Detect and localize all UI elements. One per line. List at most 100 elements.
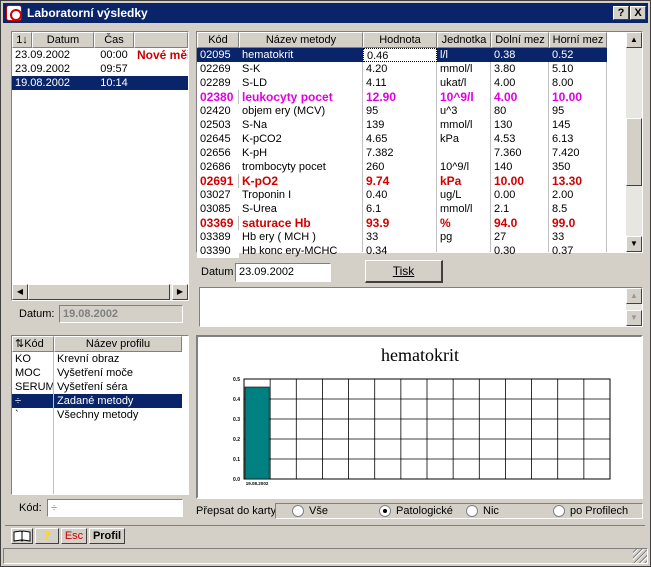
note-scroll-up-icon[interactable]: ▲: [626, 288, 642, 304]
radio-patologicke-label[interactable]: Patologické: [396, 505, 453, 517]
dates-header-note[interactable]: [134, 32, 188, 48]
result-code-cell: 02095: [200, 49, 231, 61]
result-unit-cell: l/l: [440, 49, 448, 61]
table-row[interactable]: 02380 leukocyty pocet 12.90 10^9/l 4.00 10.00: [197, 90, 607, 104]
list-item[interactable]: ÷ Zadané metody: [12, 394, 182, 408]
profil-button[interactable]: Profil: [89, 528, 125, 544]
list-item[interactable]: MOC Vyšetření moče: [12, 366, 182, 380]
note-area[interactable]: ▲ ▼: [199, 287, 643, 327]
help-button[interactable]: ?: [613, 6, 629, 20]
profile-name-cell: Krevní obraz: [57, 353, 120, 365]
esc-button[interactable]: Esc: [61, 528, 87, 544]
radio-nic-label[interactable]: Nic: [483, 505, 499, 517]
result-name-cell: S-LD: [242, 77, 268, 89]
table-row[interactable]: 02420 objem ery (MCV) 95 u^3 80 95: [197, 104, 607, 118]
result-code-cell: 02380: [200, 90, 234, 104]
table-row[interactable]: 03390 Hb konc ery-MCHC 0.34 0.30 0.37: [197, 244, 607, 258]
result-unit-cell: ug/L: [440, 189, 462, 201]
radio-vse-label[interactable]: Vše: [309, 505, 328, 517]
scroll-down-icon[interactable]: ▼: [626, 236, 642, 252]
print-button[interactable]: Tisk: [365, 260, 443, 283]
results-header-name[interactable]: Název metody: [239, 32, 363, 48]
main-window: Laboratorní výsledky ? X 1↓ Datum Čas 23…: [0, 0, 651, 567]
profile-code-cell: KO: [15, 353, 31, 365]
profiles-header-code-label: Kód: [24, 338, 44, 350]
results-header-high[interactable]: Horní mez: [549, 32, 607, 48]
result-high-cell: 13.30: [552, 174, 583, 188]
result-low-cell: 4.00: [494, 77, 516, 89]
result-high-cell: 5.10: [552, 63, 574, 75]
table-row[interactable]: 02645 K-pCO2 4.65 kPa 4.53 6.13: [197, 132, 607, 146]
results-header-unit[interactable]: Jednotka: [437, 32, 491, 48]
dates-list[interactable]: 1↓ Datum Čas 23.09.200200:00Nové měře23.…: [11, 31, 189, 301]
table-row[interactable]: 02686 trombocyty pocet 260 10^9/l 140 350: [197, 160, 607, 174]
result-name-cell: S-Na: [242, 119, 268, 131]
results-vscrollbar[interactable]: ▲ ▼: [626, 32, 642, 252]
scroll-right-icon[interactable]: ▶: [172, 284, 188, 300]
table-row[interactable]: 03389 Hb ery ( MCH ) 33 pg 27 33: [197, 230, 607, 244]
radio-po-profilech-label[interactable]: po Profilech: [570, 505, 628, 517]
table-row[interactable]: 02289 S-LD 4.11 ukat/l 4.00 8.00: [197, 76, 607, 90]
datum2-label: Datum: [201, 266, 234, 278]
kod-field[interactable]: ÷: [47, 499, 183, 517]
radio-patologicke[interactable]: [379, 505, 391, 517]
prepsat-label: Přepsat do karty: [196, 505, 277, 517]
chart-panel: hematokrit 0.0 0.1 0.2 0.3 0.4 0.5 19.08.2002: [196, 335, 643, 499]
result-name-cell: K-pCO2: [242, 133, 282, 145]
table-row[interactable]: 02095 hematokrit 0.46 l/l 0.38 0.52: [197, 48, 607, 62]
results-header-low[interactable]: Dolní mez: [491, 32, 549, 48]
profile-code-cell: SERUM: [15, 381, 54, 393]
dates-header-time[interactable]: Čas: [94, 32, 134, 48]
table-row[interactable]: 02656 K-pH 7.382 7.360 7.420: [197, 146, 607, 160]
table-row[interactable]: 02269 S-K 4.20 mmol/l 3.80 5.10: [197, 62, 607, 76]
dates-header-date[interactable]: Datum: [32, 32, 94, 48]
table-row[interactable]: 03369 saturace Hb 93.9% 94.0 99.0: [197, 216, 607, 230]
result-value-cell: 260: [366, 161, 385, 173]
dates-hscrollbar[interactable]: ◀ ▶: [12, 284, 188, 300]
result-name-cell: Troponin I: [242, 189, 292, 201]
note-scroll-down-icon[interactable]: ▼: [626, 310, 642, 326]
table-row[interactable]: 02691 K-pO2 9.74 kPa 10.00 13.30: [197, 174, 607, 188]
result-value-cell: 4.20: [366, 63, 388, 75]
profiles-list[interactable]: ⇅Kód Název profilu KO Krevní obraz MOC Vyše…: [11, 335, 189, 495]
result-name-cell: leukocyty pocet: [242, 90, 333, 104]
note-vscrollbar[interactable]: ▲ ▼: [626, 288, 642, 326]
dates-sort-icon[interactable]: 1↓: [12, 32, 32, 48]
table-row[interactable]: 19.08.2002 10:14: [12, 76, 188, 90]
table-row[interactable]: 23.09.2002 09:57: [12, 62, 188, 76]
scroll-up-icon[interactable]: ▲: [626, 32, 642, 48]
list-item[interactable]: ` Všechny metody: [12, 408, 182, 422]
size-grip-icon[interactable]: [633, 549, 647, 563]
results-table[interactable]: Kód Název metody Hodnota Jednotka Dolní …: [196, 31, 643, 258]
dates-hscroll-thumb[interactable]: [28, 284, 170, 300]
radio-nic[interactable]: [466, 505, 478, 517]
table-row[interactable]: 03085 S-Urea 6.1 mmol/l 2.1 8.5: [197, 202, 607, 216]
scroll-left-icon[interactable]: ◀: [12, 284, 28, 300]
result-unit-cell: [437, 146, 491, 160]
list-item[interactable]: SERUM Vyšetření séra: [12, 380, 182, 394]
chart-ytick-label: 0.5: [233, 377, 240, 383]
result-unit-cell: mmol/l: [440, 203, 473, 215]
list-item[interactable]: KO Krevní obraz: [12, 352, 182, 366]
datum2-field[interactable]: 23.09.2002: [235, 263, 331, 282]
result-value-cell: 95: [366, 105, 379, 117]
results-vscroll-thumb[interactable]: [626, 118, 642, 186]
table-row[interactable]: 03027 Troponin I 0.40 ug/L 0.00 2.00: [197, 188, 607, 202]
close-button[interactable]: X: [630, 6, 646, 20]
radio-po-profilech[interactable]: [553, 505, 565, 517]
result-name-cell: K-pO2: [242, 174, 278, 188]
help-status-button[interactable]: ?: [35, 528, 59, 544]
results-header-value[interactable]: Hodnota: [363, 32, 437, 48]
time-cell: 09:57: [100, 63, 128, 75]
results-header-code[interactable]: Kód: [197, 32, 239, 48]
title-bar[interactable]: Laboratorní výsledky ? X: [3, 3, 648, 23]
radio-vse[interactable]: [292, 505, 304, 517]
result-unit-cell: %: [440, 216, 451, 230]
result-unit-cell: kPa: [440, 133, 459, 145]
book-button[interactable]: [11, 528, 33, 544]
profiles-header-name[interactable]: Název profilu: [54, 336, 182, 352]
table-row[interactable]: 23.09.2002 00:00 Nové měře: [12, 48, 188, 62]
profiles-header-code[interactable]: ⇅Kód: [12, 336, 54, 352]
table-row[interactable]: 02503 S-Na 139 mmol/l 130 145: [197, 118, 607, 132]
result-high-cell: 2.00: [552, 189, 574, 201]
